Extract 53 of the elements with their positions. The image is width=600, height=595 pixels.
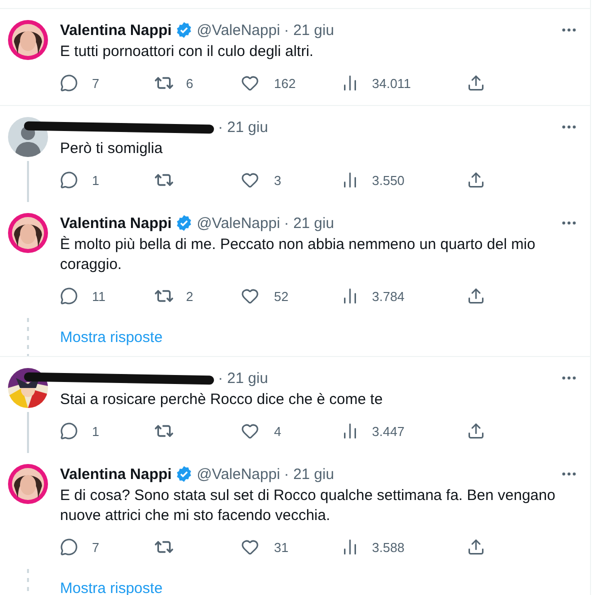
author-handle[interactable]: @ValeNappi	[196, 214, 280, 232]
views-icon[interactable]	[341, 74, 359, 92]
post-text: Stai a rosicare perchè Rocco dice che è come te	[60, 390, 384, 410]
like-icon[interactable]	[241, 538, 259, 556]
views-icon[interactable]	[341, 422, 359, 440]
like-icon[interactable]	[241, 287, 259, 305]
views-icon[interactable]	[341, 171, 359, 189]
post-date[interactable]: · 21 giu	[218, 118, 268, 136]
like-count: 31	[274, 540, 288, 554]
author-handle[interactable]: @ValeNappi	[196, 22, 280, 38]
author-name[interactable]: Valentina Nappi	[60, 22, 172, 38]
share-icon[interactable]	[467, 422, 485, 440]
reply-icon[interactable]	[60, 422, 78, 440]
repost-count: 2	[186, 288, 194, 304]
reply-icon[interactable]	[60, 287, 78, 305]
reply-count: 1	[92, 424, 100, 438]
views-count: 3.784	[372, 288, 405, 304]
post-text: E di cosa? Sono stata sul set di Rocco qualche settimana fa. Ben vengano nuove attrici che mi sto facendo vecchia.	[60, 486, 556, 526]
author-handle[interactable]: @ValeNappi	[196, 466, 280, 482]
post-date[interactable]: · 21 giu	[218, 370, 268, 386]
like-count: 4	[274, 424, 282, 438]
reply-count: 1	[92, 172, 100, 188]
share-icon[interactable]	[467, 538, 485, 556]
post-text: È molto più bella di me. Peccato non abbia nemmeno un quarto del mio coraggio.	[60, 235, 536, 275]
like-count: 162	[274, 76, 296, 90]
share-icon[interactable]	[467, 171, 485, 189]
views-count: 3.588	[372, 540, 405, 554]
like-icon[interactable]	[241, 74, 259, 92]
views-count: 34.011	[372, 76, 411, 90]
post-date[interactable]: · 21 giu	[284, 214, 334, 232]
repost-count: 6	[186, 76, 194, 90]
like-icon[interactable]	[241, 171, 259, 189]
author-name[interactable]: Valentina Nappi	[60, 466, 172, 482]
views-count: 3.447	[372, 424, 405, 438]
like-count: 52	[274, 288, 288, 304]
post-date[interactable]: · 21 giu	[284, 22, 334, 38]
reply-icon[interactable]	[60, 538, 78, 556]
reply-count: 7	[92, 540, 100, 554]
author-name[interactable]: Valentina Nappi	[60, 214, 172, 232]
share-icon[interactable]	[467, 287, 485, 305]
views-icon[interactable]	[341, 287, 359, 305]
reply-icon[interactable]	[60, 74, 78, 92]
post-text: E tutti pornoattori con il culo degli altri.	[60, 42, 314, 62]
reply-count: 7	[92, 76, 100, 90]
reply-icon[interactable]	[60, 171, 78, 189]
reply-count: 11	[92, 288, 106, 304]
views-icon[interactable]	[341, 538, 359, 556]
share-icon[interactable]	[467, 74, 485, 92]
like-count: 3	[274, 172, 282, 188]
post-date[interactable]: · 21 giu	[284, 466, 334, 482]
post-text: Però ti somiglia	[60, 139, 164, 159]
like-icon[interactable]	[241, 422, 259, 440]
views-count: 3.550	[372, 172, 405, 188]
